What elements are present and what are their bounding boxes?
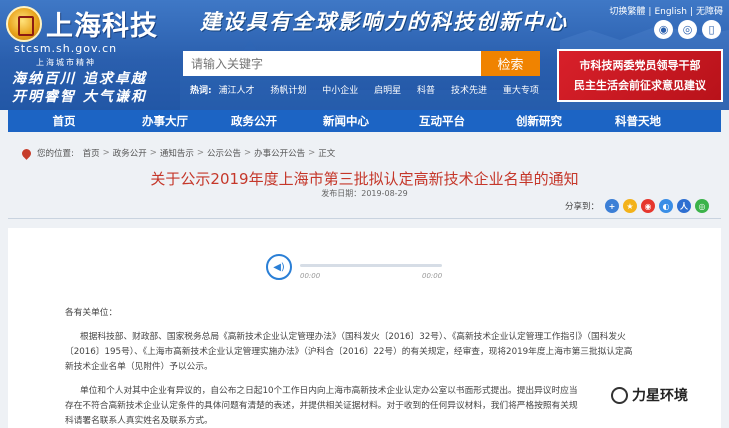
link-accessibility[interactable]: 无障碍 bbox=[696, 7, 723, 17]
search-bar: 检索 bbox=[183, 51, 540, 76]
share-renren-icon[interactable]: 人 bbox=[677, 199, 692, 213]
watermark-text: 力星环境 bbox=[632, 385, 688, 405]
watermark: 力星环境 bbox=[611, 385, 688, 405]
mobile-icon[interactable]: ▯ bbox=[702, 20, 721, 39]
nav-science-pop[interactable]: 科普天地 bbox=[588, 113, 688, 129]
location-pin-icon bbox=[20, 146, 33, 160]
share-qzone-icon[interactable]: ★ bbox=[623, 199, 638, 213]
site-header: 上海科技 stcsm.sh.gov.cn 上海城市精神 海纳百川 追求卓越 开明… bbox=[0, 0, 729, 110]
nav-home[interactable]: 首页 bbox=[8, 113, 120, 129]
link-traditional[interactable]: 切换繁體 bbox=[609, 7, 645, 17]
breadcrumb-current: 正文 bbox=[318, 149, 336, 159]
article-title: 关于公示2019年度上海市第三批拟认定高新技术企业名单的通知 bbox=[150, 170, 579, 188]
breadcrumb-item[interactable]: 公示公告 bbox=[207, 147, 241, 159]
hot-tag[interactable]: 科普 bbox=[417, 86, 435, 96]
hot-tag[interactable]: 启明星 bbox=[374, 86, 401, 96]
audio-play-icon[interactable]: ◀) bbox=[266, 254, 292, 280]
search-button[interactable]: 检索 bbox=[481, 51, 540, 76]
social-links: ◉ ◎ ▯ bbox=[654, 20, 721, 39]
share-tencent-icon[interactable]: ◐ bbox=[659, 199, 674, 213]
main-nav: 首页 办事大厅 政务公开 新闻中心 互动平台 创新研究 科普天地 bbox=[8, 110, 721, 132]
nav-innovation[interactable]: 创新研究 bbox=[490, 113, 588, 129]
hot-tag[interactable]: 扬帆计划 bbox=[270, 86, 306, 96]
share-plus-icon[interactable]: + bbox=[605, 199, 620, 213]
hot-tag[interactable]: 重大专项 bbox=[503, 86, 539, 96]
breadcrumb: 您的位置: 首页 > 政务公开 > 通知告示 > 公示公告 > 办事公开公告 > 正文 bbox=[20, 146, 336, 160]
hot-tag[interactable]: 中小企业 bbox=[322, 86, 358, 96]
wechat-icon[interactable]: ◎ bbox=[678, 20, 697, 39]
article-paragraph-line: 单位和个人对其中企业有异议的，自公布之日起10个工作日内向上海市高新技术企业认定… bbox=[80, 386, 578, 396]
article-greeting: 各有关单位： bbox=[65, 308, 118, 318]
hot-tag[interactable]: 浦江人才 bbox=[218, 86, 254, 96]
city-spirit-line-2: 开明睿智 大气谦和 bbox=[12, 89, 147, 105]
emblem-icon bbox=[6, 6, 42, 42]
nav-gov-affairs[interactable]: 政务公开 bbox=[210, 113, 298, 129]
article-paragraph-line: 科请署名联系人真实姓名及联系方式。 bbox=[65, 416, 213, 426]
publish-date: 发布日期：2019-08-29 bbox=[321, 189, 408, 198]
nav-service-hall[interactable]: 办事大厅 bbox=[120, 113, 210, 129]
hot-tag[interactable]: 技术先进 bbox=[451, 86, 487, 96]
audio-progress-track[interactable] bbox=[300, 264, 442, 267]
share-bar: 分享到： + ★ ◉ ◐ 人 ◎ bbox=[565, 199, 710, 213]
banner-line-1: 市科技两委党员领导干部 bbox=[579, 59, 701, 72]
article-paragraph-line: 〔2016〕195号）、《上海市高新技术企业认定管理实施办法》（沪科合〔2016… bbox=[65, 347, 633, 357]
site-logo[interactable]: 上海科技 bbox=[6, 6, 166, 46]
article-paragraph-line: 根据科技部、财政部、国家税务总局《高新技术企业认定管理办法》（国科发火〔2016… bbox=[80, 332, 626, 342]
nav-news-center[interactable]: 新闻中心 bbox=[298, 113, 394, 129]
breadcrumb-item[interactable]: 首页 bbox=[83, 147, 100, 159]
breadcrumb-item[interactable]: 办事公开公告 bbox=[254, 147, 305, 159]
promo-banner[interactable]: 市科技两委党员领导干部 民主生活会前征求意见建议 bbox=[557, 49, 723, 102]
audio-player: ◀) 00:00 00:00 bbox=[266, 247, 466, 293]
search-input[interactable] bbox=[183, 51, 481, 76]
share-wechat-icon[interactable]: ◎ bbox=[695, 199, 710, 213]
header-slogan: 建设具有全球影响力的科技创新中心 bbox=[200, 9, 568, 34]
breadcrumb-item[interactable]: 政务公开 bbox=[113, 147, 147, 159]
article-paragraph-line: 新技术企业名单（见附件）予以公示。 bbox=[65, 362, 213, 372]
banner-line-2: 民主生活会前征求意见建议 bbox=[574, 79, 706, 92]
weibo-icon[interactable]: ◉ bbox=[654, 20, 673, 39]
audio-total-time: 00:00 bbox=[422, 272, 443, 280]
article-paragraph-line: 存在不符合高新技术企业认定条件的具体问题有清楚的表述，并提供相关证据材料。对于收… bbox=[65, 401, 578, 411]
watermark-logo-icon bbox=[611, 386, 628, 404]
title-divider bbox=[8, 218, 721, 219]
audio-current-time: 00:00 bbox=[300, 272, 321, 280]
breadcrumb-label: 您的位置: bbox=[37, 149, 74, 159]
nav-interaction[interactable]: 互动平台 bbox=[394, 113, 490, 129]
logo-domain: stcsm.sh.gov.cn bbox=[14, 42, 118, 55]
share-label: 分享到： bbox=[565, 202, 600, 212]
city-spirit-label: 上海城市精神 bbox=[36, 58, 96, 67]
top-links: 切换繁體 | English | 无障碍 bbox=[609, 7, 723, 17]
share-weibo-icon[interactable]: ◉ bbox=[641, 199, 656, 213]
hot-words: 热词: 浦江人才 扬帆计划 中小企业 启明星 科普 技术先进 重大专项 bbox=[190, 83, 552, 96]
breadcrumb-item[interactable]: 通知告示 bbox=[160, 147, 194, 159]
city-spirit-line-1: 海纳百川 追求卓越 bbox=[12, 71, 147, 87]
link-english[interactable]: English bbox=[654, 7, 687, 17]
logo-title: 上海科技 bbox=[46, 11, 158, 42]
hot-words-label: 热词: bbox=[190, 86, 212, 96]
